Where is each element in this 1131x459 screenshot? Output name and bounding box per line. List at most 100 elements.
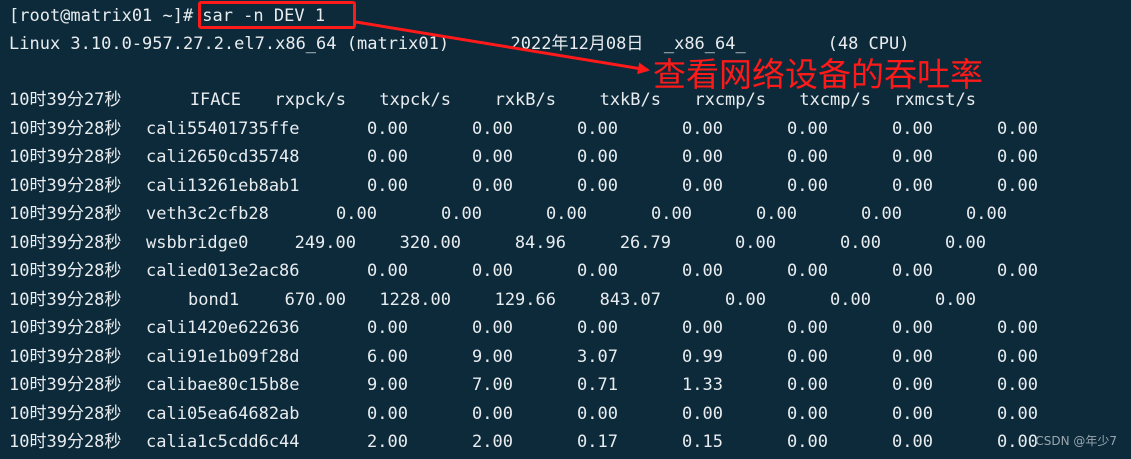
table-row: 10时39分28秒 cali13261eb8ab1 0.00 0.00 0.00 0.00…: [0, 173, 1131, 199]
row-value: 0.00: [997, 346, 1038, 367]
row-value: 0.00: [682, 175, 723, 196]
row-value: 0.00: [892, 346, 933, 367]
row-value: 0.00: [787, 318, 828, 338]
table-row: 10时39分28秒 wsbbridge0 249.00 320.00 84.96 26.7…: [0, 230, 1131, 256]
row-time: 10时39分28秒: [9, 118, 122, 139]
row-time: 10时39分28秒: [9, 232, 122, 253]
row-value: 0.00: [861, 204, 902, 224]
row-value: 0.00: [892, 403, 933, 424]
row-iface: veth3c2cfb28: [146, 204, 269, 224]
row-time: 10时39分28秒: [9, 375, 122, 395]
watermark: CSDN @年少7: [1035, 434, 1117, 448]
row-value: 0.00: [787, 432, 828, 452]
row-value: 0.00: [367, 403, 408, 424]
row-value: 0.00: [997, 318, 1038, 338]
row-iface: calied013e2ac86: [146, 261, 300, 281]
row-value: 3.07: [577, 346, 618, 367]
row-value: 0.71: [577, 375, 618, 395]
row-value: 249.00: [294, 232, 356, 253]
row-value: 0.00: [367, 261, 408, 281]
header-column: IFACE: [189, 90, 241, 110]
table-row: 10时39分28秒 cali91e1b09f28d 6.00 9.00 3.07 0.99…: [0, 344, 1131, 370]
row-iface: cali13261eb8ab1: [146, 175, 300, 196]
row-value: 0.00: [892, 147, 933, 167]
row-time: 10时39分28秒: [9, 318, 122, 338]
row-value: 0.00: [336, 204, 377, 224]
row-value: 0.99: [682, 346, 723, 367]
row-value: 0.00: [997, 175, 1038, 196]
annotation-label: 查看网络设备的吞吐率: [653, 55, 983, 94]
table-row: 10时39分28秒 bond1 670.00 1228.00 129.66 843.07 0…: [0, 287, 1131, 313]
row-value: 0.00: [682, 261, 723, 281]
row-value: 0.00: [966, 204, 1007, 224]
row-value: 2.00: [472, 432, 513, 452]
row-time: 10时39分28秒: [9, 261, 122, 281]
row-value: 0.00: [997, 147, 1038, 167]
row-value: 0.15: [682, 432, 723, 452]
row-value: 9.00: [367, 375, 408, 395]
row-value: 0.00: [682, 318, 723, 338]
row-value: 0.00: [577, 261, 618, 281]
row-iface: cali2650cd35748: [146, 147, 300, 167]
row-value: 0.00: [577, 318, 618, 338]
row-value: 0.00: [472, 318, 513, 338]
row-value: 0.00: [367, 147, 408, 167]
row-value: 0.00: [997, 118, 1038, 139]
row-time: 10时39分28秒: [9, 147, 122, 167]
row-time: 10时39分28秒: [9, 432, 122, 452]
header-column: rxpck/s: [274, 90, 346, 110]
table-row: 10时39分28秒 cali1420e622636 0.00 0.00 0.00 0.00…: [0, 315, 1131, 341]
row-value: 0.00: [892, 318, 933, 338]
row-value: 0.00: [651, 204, 692, 224]
row-value: 0.00: [997, 375, 1038, 395]
row-value: 1228.00: [379, 289, 451, 310]
table-row: 10时39分28秒 cali2650cd35748 0.00 0.00 0.00 0.00…: [0, 144, 1131, 170]
row-value: 6.00: [367, 346, 408, 367]
row-value: 0.00: [997, 403, 1038, 424]
table-row: 10时39分28秒 cali55401735ffe 0.00 0.00 0.00 0.00…: [0, 116, 1131, 142]
row-value: 0.00: [577, 175, 618, 196]
row-iface: cali1420e622636: [146, 318, 300, 338]
row-value: 0.00: [367, 175, 408, 196]
terminal-window[interactable]: [root@matrix01 ~]# sar -n DEV 1 Linux 3.1…: [0, 0, 1131, 459]
row-iface: cali05ea64682ab: [146, 403, 300, 424]
row-value: 843.07: [599, 289, 661, 310]
header-column: txpck/s: [379, 90, 451, 110]
row-value: 0.00: [756, 204, 797, 224]
row-value: 0.00: [892, 261, 933, 281]
table-row: 10时39分28秒 calibae80c15b8e 9.00 7.00 0.71 1.33…: [0, 372, 1131, 398]
row-value: 26.79: [619, 232, 671, 253]
row-value: 0.00: [682, 403, 723, 424]
row-value: 0.00: [577, 118, 618, 139]
row-value: 1.33: [682, 375, 723, 395]
row-value: 0.00: [546, 204, 587, 224]
row-time: 10时39分28秒: [9, 346, 122, 367]
row-value: 0.00: [472, 147, 513, 167]
row-time: 10时39分28秒: [9, 175, 122, 196]
row-value: 0.17: [577, 432, 618, 452]
row-value: 0.00: [892, 375, 933, 395]
row-value: 0.00: [830, 289, 871, 310]
row-value: 0.00: [472, 403, 513, 424]
row-value: 0.00: [577, 403, 618, 424]
table-row: 10时39分28秒 calied013e2ac86 0.00 0.00 0.00 0.00…: [0, 258, 1131, 284]
row-value: 0.00: [787, 261, 828, 281]
row-value: 0.00: [367, 318, 408, 338]
header-column: txkB/s: [599, 90, 661, 110]
row-iface: calia1c5cdd6c44: [146, 432, 300, 452]
row-time: 10时39分28秒: [9, 204, 122, 224]
row-value: 0.00: [787, 147, 828, 167]
row-value: 0.00: [682, 118, 723, 139]
row-value: 0.00: [577, 147, 618, 167]
header-column: rxkB/s: [494, 90, 556, 110]
row-value: 84.96: [514, 232, 566, 253]
row-iface: bond1: [188, 289, 240, 310]
shell-prompt: [root@matrix01 ~]#: [9, 6, 194, 26]
row-iface: cali91e1b09f28d: [146, 346, 300, 367]
row-value: 0.00: [787, 375, 828, 395]
row-value: 0.00: [787, 346, 828, 367]
header-time: 10时39分27秒: [9, 90, 122, 110]
row-value: 670.00: [284, 289, 346, 310]
row-value: 0.00: [441, 204, 482, 224]
table-row: 10时39分28秒 veth3c2cfb28 0.00 0.00 0.00 0.00 0.0…: [0, 201, 1131, 227]
